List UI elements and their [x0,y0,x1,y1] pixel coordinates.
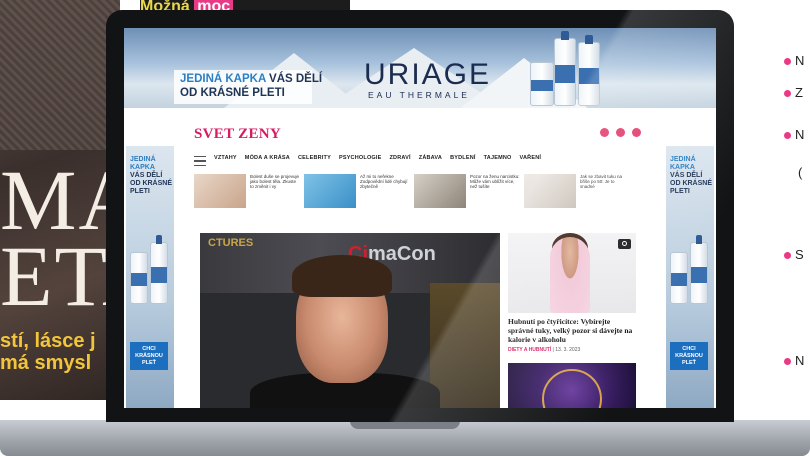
bullet-text: N [795,127,805,142]
bullet-text: ( [798,165,803,180]
bullet-text: Z [795,85,803,100]
bullet-item: N [784,354,810,368]
side-ad-prefix: JEDINÁ KAPKA [670,156,696,171]
teaser-item[interactable]: Až mi to neřekne Zodpovědní lidé chybují… [304,174,410,214]
side-ad-line2: VÁS DĚLÍ [670,172,703,179]
site-logo[interactable]: SVET ZENY [194,126,281,143]
main-nav: VZTAHY MÓDA A KRÁSA CELEBRITY PSYCHOLOGI… [214,155,541,161]
bullet-item: N [784,128,810,142]
side-ad-cta-button[interactable]: CHCI KRÁSNOU PLEŤ [670,342,708,370]
teaser-thumbnail [304,174,356,208]
bullet-item: S [784,248,810,262]
bullet-item: N [784,54,810,68]
article-card-title[interactable]: Hubnutí po čtyřicítce: Vybírejte správné… [508,317,636,344]
ad-tagline: JEDINÁ KAPKA VÁS DĚLÍ OD KRÁSNÉ PLETI [180,72,322,100]
product-bottle-icon [150,235,168,304]
article-card-date: 13. 3. 2023 [555,347,581,353]
product-bottle-icon [690,235,708,304]
uriage-side-ad-right[interactable]: JEDINÁ KAPKA VÁS DĚLÍ OD KRÁSNÉ PLETI CH… [666,146,714,408]
bullet-continuation: ( [798,166,810,180]
side-ad-cta-button[interactable]: CHCI KRÁSNOU PLEŤ [130,342,168,370]
teaser-thumbnail [524,174,576,208]
camera-icon [618,239,631,249]
ad-tagline-prefix: JEDINÁ KAPKA [180,73,266,85]
nav-item-moda-a-krasa[interactable]: MÓDA A KRÁSA [245,155,290,161]
side-ad-line3: OD KRÁSNÉ [130,180,173,187]
nav-item-vztahy[interactable]: VZTAHY [214,155,237,161]
magazine-yellow-text: stí, lásce j má smysl [0,330,96,374]
uriage-logo: URIAGE [364,58,492,91]
side-ad-prefix: JEDINÁ KAPKA [130,156,156,171]
side-ad-line4: PLETI [670,188,690,195]
teaser-title: Jak se zbavit tuku na břiše po 50: Je to… [580,174,623,190]
site-content: SVET ZENY VZTAHY MÓDA A KRÁSA CELEBRITY … [178,108,662,408]
product-bottle-icon [670,252,688,304]
magazine-yellow-line2: má smysl [0,352,92,374]
nav-item-zdravi[interactable]: ZDRAVÍ [390,155,411,161]
teaser-title: Pozor na ženu narcistku: Může vám ublíži… [470,174,520,190]
uriage-side-ad-left[interactable]: JEDINÁ KAPKA VÁS DĚLÍ OD KRÁSNÉ PLETI CH… [126,146,174,408]
facebook-icon[interactable] [616,128,625,137]
teaser-thumbnail [414,174,466,208]
article-card-category[interactable]: DIETY A HUBNUTÍ [508,347,551,353]
nav-item-celebrity[interactable]: CELEBRITY [298,155,331,161]
teaser-title: Bolest duše se projevuje jako bolest těl… [250,174,300,190]
nav-item-zabava[interactable]: ZÁBAVA [419,155,442,161]
uriage-subtitle: EAU THERMALE [368,90,470,100]
teaser-item[interactable]: Pozor na ženu narcistku: Může vám ublíži… [414,174,520,214]
teaser-title: Až mi to neřekne Zodpovědní lidé chybují… [360,174,408,190]
laptop-screen: JEDINÁ KAPKA VÁS DĚLÍ OD KRÁSNÉ PLETI UR… [124,28,716,408]
menu-icon[interactable] [194,156,206,166]
side-ad-line4: PLETI [130,188,150,195]
product-bottle-icon [578,35,600,106]
teaser-item[interactable]: Jak se zbavit tuku na břiše po 50: Je to… [524,174,630,214]
product-bottle-icon [554,31,576,106]
article-card-meta: DIETY A HUBNUTÍ | 13. 3. 2023 [508,347,580,353]
pinterest-icon[interactable] [632,128,641,137]
article-card-image [508,233,636,313]
bullet-text: S [795,247,804,262]
side-ad-line2: VÁS DĚLÍ [130,172,163,179]
nav-item-vareni[interactable]: VAŘENÍ [520,155,542,161]
side-ad-line3: OD KRÁSNÉ [670,180,713,187]
nav-item-psychologie[interactable]: PSYCHOLOGIE [339,155,382,161]
bullet-item: Z [784,86,810,100]
article-card-image-2[interactable] [508,363,636,408]
bullet-text: N [795,353,805,368]
teaser-item[interactable]: Bolest duše se projevuje jako bolest těl… [194,174,300,214]
side-ad-text: JEDINÁ KAPKA VÁS DĚLÍ OD KRÁSNÉ PLETI [670,156,714,196]
ad-tagline-line2: OD KRÁSNÉ PLETI [180,87,285,99]
article-card[interactable]: Hubnutí po čtyřicítce: Vybírejte správné… [508,233,636,408]
side-ad-text: JEDINÁ KAPKA VÁS DĚLÍ OD KRÁSNÉ PLETI [130,156,174,196]
nav-item-tajemno[interactable]: TAJEMNO [484,155,512,161]
hero-backdrop-corner-text: CTURES [208,237,254,249]
product-bottle-icon [530,62,554,106]
uriage-top-ad[interactable]: JEDINÁ KAPKA VÁS DĚLÍ OD KRÁSNÉ PLETI UR… [124,28,716,108]
teaser-thumbnail [194,174,246,208]
instagram-icon[interactable] [600,128,609,137]
right-bullet-list: N Z N ( S N [778,0,810,456]
teaser-strip: Bolest duše se projevuje jako bolest těl… [194,174,646,214]
hero-image[interactable]: CTURES CimaCon [200,233,500,408]
product-bottle-icon [130,252,148,304]
magazine-yellow-line1: stí, lásce j [0,330,96,352]
ad-tagline-suffix: VÁS DĚLÍ [265,73,323,85]
nav-item-bydleni[interactable]: BYDLENÍ [450,155,476,161]
bullet-text: N [795,53,805,68]
